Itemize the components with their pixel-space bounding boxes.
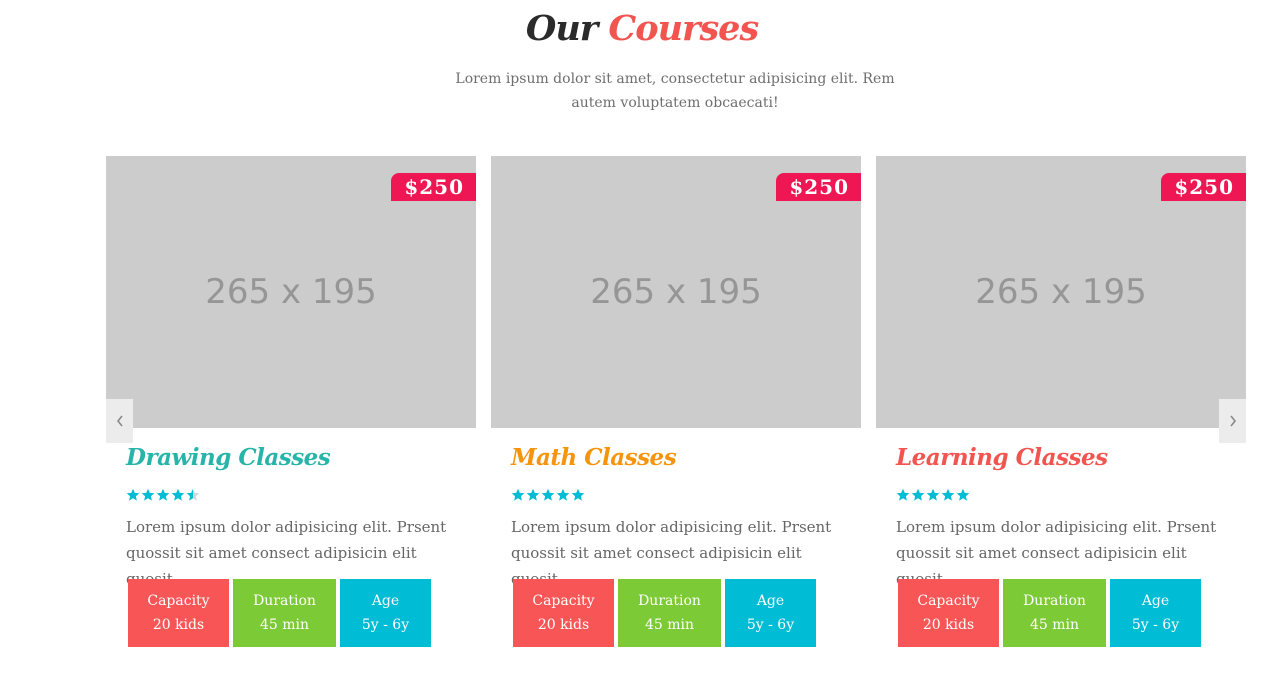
capacity-label: Capacity [147, 593, 210, 609]
capacity-tag: Capacity 20 kids [513, 579, 614, 647]
duration-tag: Duration 45 min [618, 579, 721, 647]
rating-stars [511, 488, 585, 502]
star-icon [156, 488, 170, 501]
capacity-value: 20 kids [922, 617, 975, 633]
star-icon [141, 488, 155, 501]
section-subtitle: Lorem ipsum dolor sit amet, consectetur … [455, 71, 895, 111]
duration-value: 45 min [1029, 617, 1080, 633]
capacity-label: Capacity [917, 593, 980, 609]
course-info-tags: Capacity 20 kids Duration 45 min Age 5y … [128, 579, 431, 647]
chevron-left-icon [116, 415, 123, 427]
duration-label: Duration [638, 593, 701, 609]
course-card[interactable]: 265 x 195 $250 Math Classes Lorem ipsum … [491, 156, 861, 656]
capacity-label: Capacity [532, 593, 595, 609]
course-card[interactable]: 265 x 195 $250 Drawing Classes Lorem ips… [106, 156, 476, 656]
rating-stars [896, 488, 970, 502]
duration-tag: Duration 45 min [233, 579, 336, 647]
capacity-value: 20 kids [152, 617, 205, 633]
duration-tag: Duration 45 min [1003, 579, 1106, 647]
section-title: Our Courses [0, 8, 1284, 49]
course-title[interactable]: Drawing Classes [126, 444, 331, 471]
duration-value: 45 min [644, 617, 695, 633]
price-badge: $250 [1161, 173, 1246, 201]
duration-value: 45 min [259, 617, 310, 633]
capacity-tag: Capacity 20 kids [128, 579, 229, 647]
section-title-part2: Courses [608, 8, 759, 49]
age-value: 5y - 6y [361, 617, 410, 633]
chevron-right-icon [1229, 415, 1236, 427]
rating-stars [126, 488, 200, 502]
star-icon [511, 488, 525, 501]
star-icon [186, 488, 200, 501]
star-icon [126, 488, 140, 501]
star-icon [171, 488, 185, 501]
star-icon [571, 488, 585, 501]
image-size-label: 265 x 195 [205, 272, 377, 312]
star-icon [956, 488, 970, 501]
image-size-label: 265 x 195 [975, 272, 1147, 312]
age-tag: Age 5y - 6y [725, 579, 816, 647]
age-label: Age [1141, 593, 1170, 609]
course-card[interactable]: 265 x 195 $250 Learning Classes Lorem ip… [876, 156, 1246, 656]
course-info-tags: Capacity 20 kids Duration 45 min Age 5y … [898, 579, 1201, 647]
age-value: 5y - 6y [746, 617, 795, 633]
age-label: Age [756, 593, 785, 609]
course-title[interactable]: Math Classes [511, 444, 677, 471]
duration-label: Duration [1023, 593, 1086, 609]
age-tag: Age 5y - 6y [1110, 579, 1201, 647]
image-size-label: 265 x 195 [590, 272, 762, 312]
star-icon [541, 488, 555, 501]
section-title-part1: Our [525, 8, 598, 49]
star-icon [941, 488, 955, 501]
price-badge: $250 [391, 173, 476, 201]
star-icon [911, 488, 925, 501]
carousel-prev-button[interactable] [106, 399, 133, 443]
age-value: 5y - 6y [1131, 617, 1180, 633]
capacity-value: 20 kids [537, 617, 590, 633]
age-label: Age [371, 593, 400, 609]
course-info-tags: Capacity 20 kids Duration 45 min Age 5y … [513, 579, 816, 647]
star-icon [896, 488, 910, 501]
age-tag: Age 5y - 6y [340, 579, 431, 647]
star-icon [926, 488, 940, 501]
carousel-next-button[interactable] [1219, 399, 1246, 443]
course-title[interactable]: Learning Classes [896, 444, 1108, 471]
star-icon [556, 488, 570, 501]
duration-label: Duration [253, 593, 316, 609]
price-badge: $250 [776, 173, 861, 201]
capacity-tag: Capacity 20 kids [898, 579, 999, 647]
star-icon [526, 488, 540, 501]
